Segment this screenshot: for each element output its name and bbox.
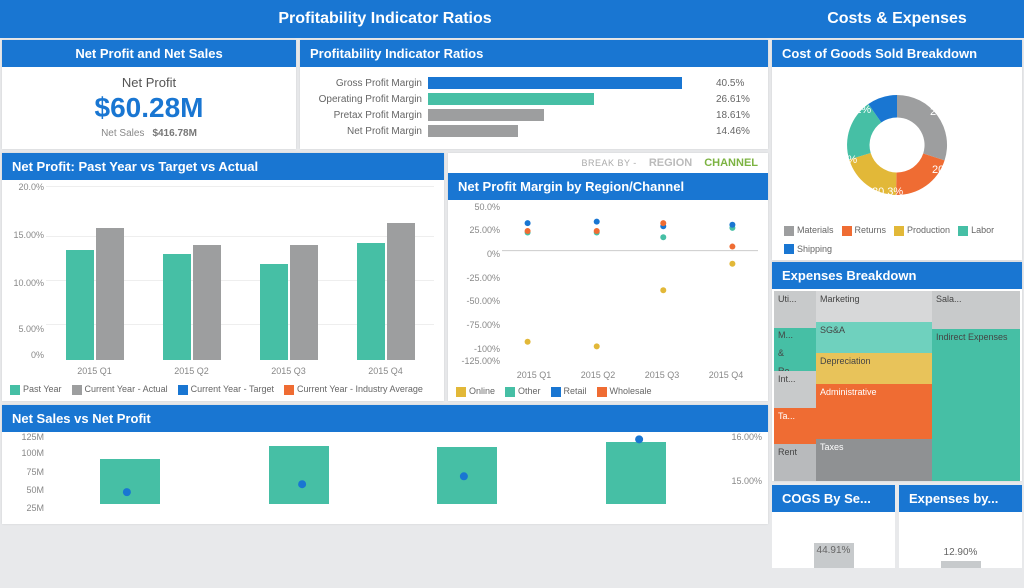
header-kpi: Net Profit and Net Sales bbox=[2, 40, 296, 67]
hbar-row: Net Profit Margin 14.46% bbox=[310, 125, 758, 137]
legend-np-comp: Past Year Current Year - Actual Current … bbox=[2, 380, 444, 399]
header-sales-profit: Net Sales vs Net Profit bbox=[2, 405, 768, 432]
chart-exp-by[interactable]: 12.90% bbox=[899, 512, 1022, 568]
kpi-value: $60.28M bbox=[2, 92, 296, 124]
kpi-sub-label: Net Sales bbox=[101, 128, 144, 139]
svg-text:20.3%: 20.3% bbox=[932, 164, 963, 176]
hbar-row: Operating Profit Margin 26.61% bbox=[310, 93, 758, 105]
header-np-margin: Net Profit Margin by Region/Channel bbox=[448, 173, 768, 200]
chart-np-comp[interactable]: 20.0% 15.00% 10.00% 5.00% 0% bbox=[2, 180, 444, 380]
chart-sales-profit[interactable]: 125M 100M 75M 50M 25M 16.00% 15.00% bbox=[2, 432, 768, 524]
hbar-row: Pretax Profit Margin 18.61% bbox=[310, 109, 758, 121]
kpi-sub-value: $416.78M bbox=[152, 128, 196, 139]
chart-cogs-seg[interactable]: 44.91% bbox=[772, 512, 895, 568]
svg-text:19.8%: 19.8% bbox=[826, 154, 857, 166]
chart-np-margin[interactable]: 50.0% 25.00% 0% -25.00% -50.00% -75.00% … bbox=[448, 200, 768, 382]
header-costs: Costs & Expenses bbox=[770, 0, 1024, 38]
tab-channel[interactable]: CHANNEL bbox=[704, 157, 758, 169]
hbar-row: Gross Profit Margin 40.5% bbox=[310, 77, 758, 89]
breakby-tabs: BREAK BY - REGION CHANNEL bbox=[448, 153, 768, 173]
tab-region[interactable]: REGION bbox=[649, 157, 692, 169]
kpi-block: Net Profit $60.28M Net Sales $416.78M bbox=[2, 67, 296, 149]
header-cogs: Cost of Goods Sold Breakdown bbox=[772, 40, 1022, 67]
legend-donut: Materials Returns Production Labor Shipp… bbox=[772, 223, 1022, 260]
svg-text:20.5%: 20.5% bbox=[930, 106, 961, 118]
header-exp-by: Expenses by... bbox=[899, 485, 1022, 512]
svg-text:20.3%: 20.3% bbox=[872, 186, 903, 198]
header-profitability: Profitability Indicator Ratios bbox=[0, 0, 770, 38]
treemap-expenses[interactable]: Uti... M...&Re... Int... Ta... Rent Mark… bbox=[774, 291, 1020, 481]
legend-np-margin: Online Other Retail Wholesale bbox=[448, 382, 768, 401]
header-np-comp: Net Profit: Past Year vs Target vs Actua… bbox=[2, 153, 444, 180]
header-exp-bd: Expenses Breakdown bbox=[772, 262, 1022, 289]
svg-text:19.1%: 19.1% bbox=[840, 104, 871, 116]
kpi-label: Net Profit bbox=[2, 75, 296, 90]
header-ratios: Profitability Indicator Ratios bbox=[300, 40, 768, 67]
donut-cogs[interactable]: 20.5% 20.3% 20.3% 19.8% 19.1% bbox=[772, 67, 1022, 223]
header-cogs-seg: COGS By Se... bbox=[772, 485, 895, 512]
